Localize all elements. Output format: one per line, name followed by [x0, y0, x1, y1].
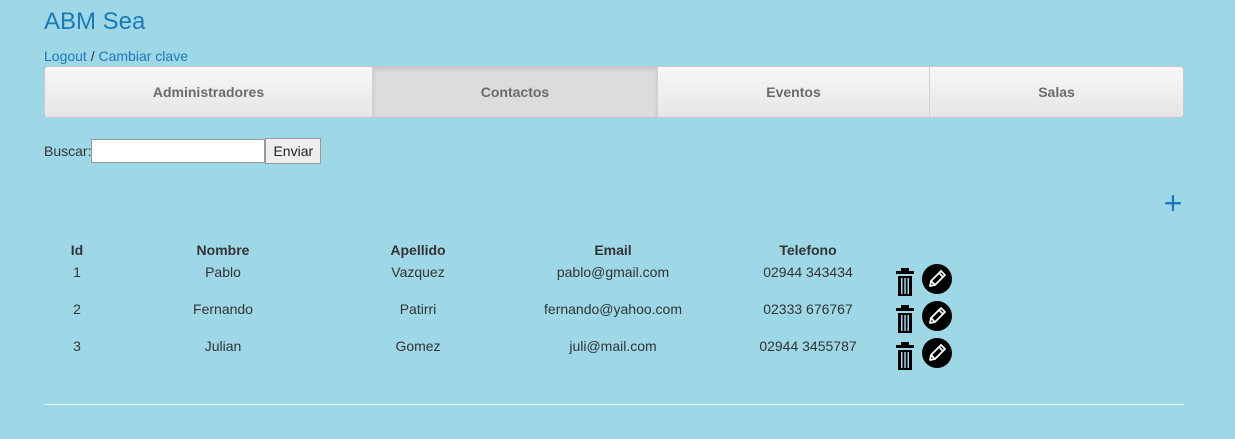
tab-administradores[interactable]: Administradores	[45, 67, 373, 117]
submit-button[interactable]: Enviar	[265, 138, 322, 164]
cell-email: fernando@yahoo.com	[544, 301, 682, 317]
divider	[44, 404, 1184, 405]
add-contact-icon[interactable]: +	[1160, 187, 1186, 219]
cell-id: 3	[73, 338, 81, 354]
search-label: Buscar:	[44, 143, 92, 159]
cell-telefono: 02333 676767	[763, 301, 853, 317]
trash-icon[interactable]	[896, 305, 914, 336]
contacts-table: Id Nombre Apellido Email Telefono 1 Pabl…	[44, 238, 1020, 373]
cell-nombre: Pablo	[205, 264, 241, 280]
search-form: Buscar: Enviar	[44, 138, 322, 164]
table-row: 2 Fernando Patirri fernando@yahoo.com 02…	[44, 299, 1020, 336]
cell-apellido: Patirri	[399, 301, 437, 317]
column-header-email: Email	[594, 242, 632, 258]
search-input[interactable]	[91, 139, 266, 163]
cell-id: 2	[73, 301, 81, 317]
trash-icon[interactable]	[896, 342, 914, 373]
cell-actions	[890, 262, 1020, 299]
table-header-row: Id Nombre Apellido Email Telefono	[44, 238, 1020, 262]
cell-actions	[890, 336, 1020, 373]
edit-icon[interactable]	[921, 264, 952, 297]
logout-link[interactable]: Logout	[44, 48, 87, 64]
tab-contactos[interactable]: Contactos	[373, 67, 658, 117]
cell-email: pablo@gmail.com	[556, 264, 670, 280]
tab-eventos[interactable]: Eventos	[658, 67, 930, 117]
change-password-link[interactable]: Cambiar clave	[99, 48, 188, 64]
cell-telefono: 02944 343434	[763, 264, 853, 280]
column-header-nombre: Nombre	[196, 242, 250, 258]
header-links: Logout / Cambiar clave	[44, 48, 188, 64]
column-header-actions	[890, 238, 1020, 262]
cell-nombre: Fernando	[193, 301, 253, 317]
table-row: 1 Pablo Vazquez pablo@gmail.com 02944 34…	[44, 262, 1020, 299]
edit-icon[interactable]	[921, 301, 952, 334]
edit-icon[interactable]	[921, 338, 952, 371]
cell-id: 1	[73, 264, 81, 280]
tab-bar: Administradores Contactos Eventos Salas	[44, 66, 1184, 118]
link-separator: /	[86, 48, 99, 64]
tab-salas[interactable]: Salas	[930, 67, 1183, 117]
cell-telefono: 02944 3455787	[759, 338, 857, 354]
column-header-telefono: Telefono	[779, 242, 837, 258]
column-header-id: Id	[70, 242, 84, 258]
trash-icon[interactable]	[896, 268, 914, 299]
column-header-apellido: Apellido	[390, 242, 446, 258]
cell-apellido: Vazquez	[391, 264, 445, 280]
page-title: ABM Sea	[44, 8, 146, 35]
cell-email: juli@mail.com	[569, 338, 657, 354]
table-row: 3 Julian Gomez juli@mail.com 02944 34557…	[44, 336, 1020, 373]
cell-apellido: Gomez	[395, 338, 441, 354]
cell-actions	[890, 299, 1020, 336]
cell-nombre: Julian	[204, 338, 242, 354]
